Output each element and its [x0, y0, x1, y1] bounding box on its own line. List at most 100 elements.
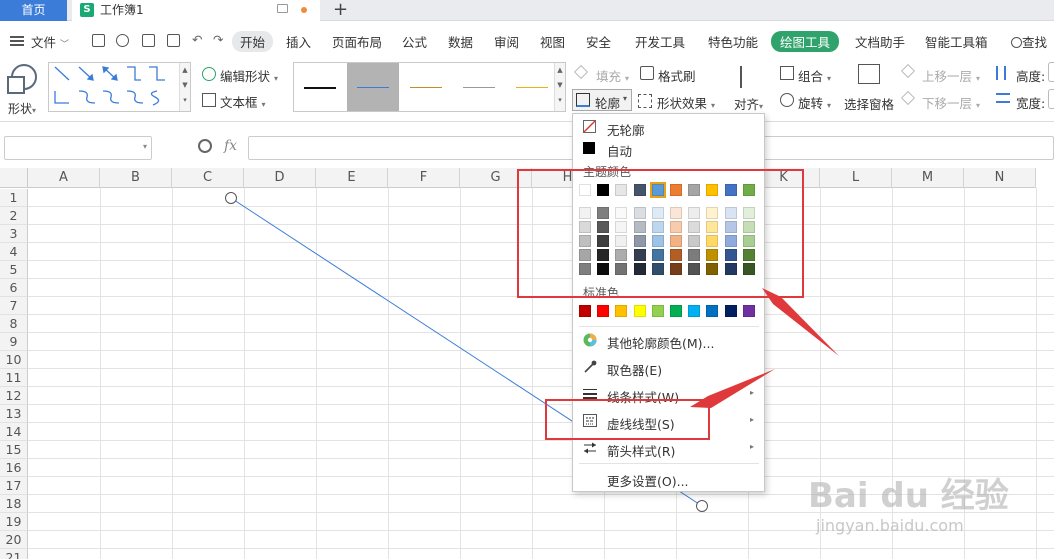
standard-color-swatch[interactable] [724, 305, 737, 317]
style-option[interactable] [400, 63, 452, 111]
column-header[interactable]: B [100, 168, 172, 188]
tab-home[interactable]: 首页 [0, 0, 67, 21]
selection-pane-button[interactable]: 选择窗格 [844, 94, 894, 113]
column-header[interactable]: A [28, 168, 100, 188]
redo-icon[interactable]: ↷ [213, 32, 223, 47]
row-header[interactable]: 8 [0, 315, 28, 333]
shape-effect-button[interactable]: 形状效果 ▾ [657, 93, 715, 112]
tab-insert[interactable]: 插入 [286, 32, 311, 51]
standard-color-swatch[interactable] [651, 305, 664, 317]
tab-workbook[interactable]: S 工作簿1 [72, 0, 320, 21]
edit-shape-button[interactable]: 编辑形状 ▾ [220, 66, 278, 85]
standard-color-swatch[interactable] [579, 305, 591, 317]
tab-formulas[interactable]: 公式 [402, 32, 427, 51]
format-painter-button[interactable]: 格式刷 [658, 66, 696, 85]
tab-drawing-tools[interactable]: 绘图工具 [771, 31, 840, 52]
standard-color-swatch[interactable] [706, 305, 719, 317]
style-gallery-scrollbar[interactable]: ▲ ▼ ▾ [554, 63, 565, 111]
menu-file[interactable]: 文件 ﹀ [31, 32, 69, 51]
column-header[interactable]: M [892, 168, 964, 188]
standard-color-swatch[interactable] [670, 305, 682, 317]
more-settings-item[interactable]: 更多设置(O)... [573, 467, 764, 489]
print-preview-icon[interactable] [167, 34, 180, 47]
row-header[interactable]: 10 [0, 351, 28, 369]
save-icon[interactable] [92, 34, 105, 47]
fx-icon[interactable]: fx [224, 138, 237, 154]
tab-developer[interactable]: 开发工具 [635, 32, 685, 51]
style-option[interactable] [453, 63, 505, 111]
row-header[interactable]: 3 [0, 225, 28, 243]
text-box-button[interactable]: 文本框 ▾ [220, 92, 266, 111]
group-button[interactable]: 组合 ▾ [798, 66, 831, 85]
column-header[interactable]: F [388, 168, 460, 188]
column-header[interactable]: L [820, 168, 892, 188]
undo-icon[interactable]: ↶ [192, 32, 202, 47]
standard-color-swatch[interactable] [633, 305, 646, 317]
row-header[interactable]: 4 [0, 243, 28, 261]
select-all-corner[interactable] [0, 168, 28, 188]
monitor-icon[interactable] [277, 4, 288, 13]
row-header[interactable]: 12 [0, 387, 28, 405]
column-header[interactable]: D [244, 168, 316, 188]
row-header[interactable]: 7 [0, 297, 28, 315]
height-input[interactable] [1048, 62, 1054, 82]
tab-smart-toolbox[interactable]: 智能工具箱 [925, 32, 988, 51]
hamburger-icon[interactable] [10, 36, 24, 46]
standard-color-swatch[interactable] [688, 305, 701, 317]
eyedropper-item[interactable]: 取色器(E) [573, 356, 764, 378]
row-header[interactable]: 19 [0, 513, 28, 531]
name-box[interactable]: ▾ [4, 136, 152, 160]
tab-security[interactable]: 安全 [586, 32, 611, 51]
row-header[interactable]: 15 [0, 441, 28, 459]
row-header[interactable]: 13 [0, 405, 28, 423]
rotate-button[interactable]: 旋转 ▾ [798, 93, 831, 112]
standard-color-swatch[interactable] [742, 305, 755, 317]
column-header[interactable]: C [172, 168, 244, 188]
width-input[interactable] [1048, 89, 1054, 109]
tab-features[interactable]: 特色功能 [708, 32, 758, 51]
gallery-scrollbar[interactable]: ▲ ▼ ▾ [179, 63, 190, 111]
row-header[interactable]: 16 [0, 459, 28, 477]
export-icon[interactable] [116, 34, 129, 47]
line-shapes-gallery[interactable]: ▲ ▼ ▾ [48, 62, 191, 112]
new-tab-button[interactable]: + [333, 0, 348, 20]
shape-style-gallery[interactable]: ▲ ▼ ▾ [293, 62, 566, 112]
column-header[interactable]: E [316, 168, 388, 188]
row-header[interactable]: 9 [0, 333, 28, 351]
standard-color-swatch[interactable] [615, 305, 628, 317]
tab-view[interactable]: 视图 [540, 32, 565, 51]
print-icon[interactable] [142, 34, 155, 47]
tab-review[interactable]: 审阅 [494, 32, 519, 51]
row-header[interactable]: 14 [0, 423, 28, 441]
style-option[interactable] [506, 63, 558, 111]
row-header[interactable]: 5 [0, 261, 28, 279]
more-outline-colors-item[interactable]: 其他轮廓颜色(M)... [573, 329, 764, 351]
row-header[interactable]: 2 [0, 207, 28, 225]
style-option-selected[interactable] [347, 63, 399, 111]
shape-button[interactable]: 形状▾ [6, 62, 46, 116]
row-header[interactable]: 6 [0, 279, 28, 297]
outline-button[interactable]: 轮廓 ▾ [572, 89, 632, 111]
style-option[interactable] [294, 63, 346, 111]
row-header[interactable]: 21 [0, 549, 28, 559]
row-header[interactable]: 20 [0, 531, 28, 549]
tab-start[interactable]: 开始 [232, 31, 274, 52]
no-outline-item[interactable]: 无轮廓 [573, 116, 764, 138]
send-backward-button[interactable]: 下移一层 ▾ [922, 93, 980, 112]
align-button[interactable]: 对齐▾ [734, 94, 763, 113]
bring-forward-button[interactable]: 上移一层 ▾ [922, 66, 980, 85]
row-header[interactable]: 1 [0, 189, 28, 207]
arrow-style-item[interactable]: 箭头样式(R) ▸ [573, 437, 764, 459]
auto-color-item[interactable]: 自动 [573, 137, 764, 159]
search-button[interactable]: 查找 [1011, 32, 1047, 51]
row-header[interactable]: 18 [0, 495, 28, 513]
row-header[interactable]: 11 [0, 369, 28, 387]
row-header[interactable]: 17 [0, 477, 28, 495]
tab-page-layout[interactable]: 页面布局 [332, 32, 382, 51]
tab-data[interactable]: 数据 [448, 32, 473, 51]
zoom-formula-icon[interactable] [198, 139, 212, 153]
fill-button[interactable]: 填充 ▾ [596, 66, 629, 85]
standard-color-swatch[interactable] [597, 305, 610, 317]
tab-doc-assistant[interactable]: 文档助手 [855, 32, 905, 51]
column-header[interactable]: N [964, 168, 1036, 188]
